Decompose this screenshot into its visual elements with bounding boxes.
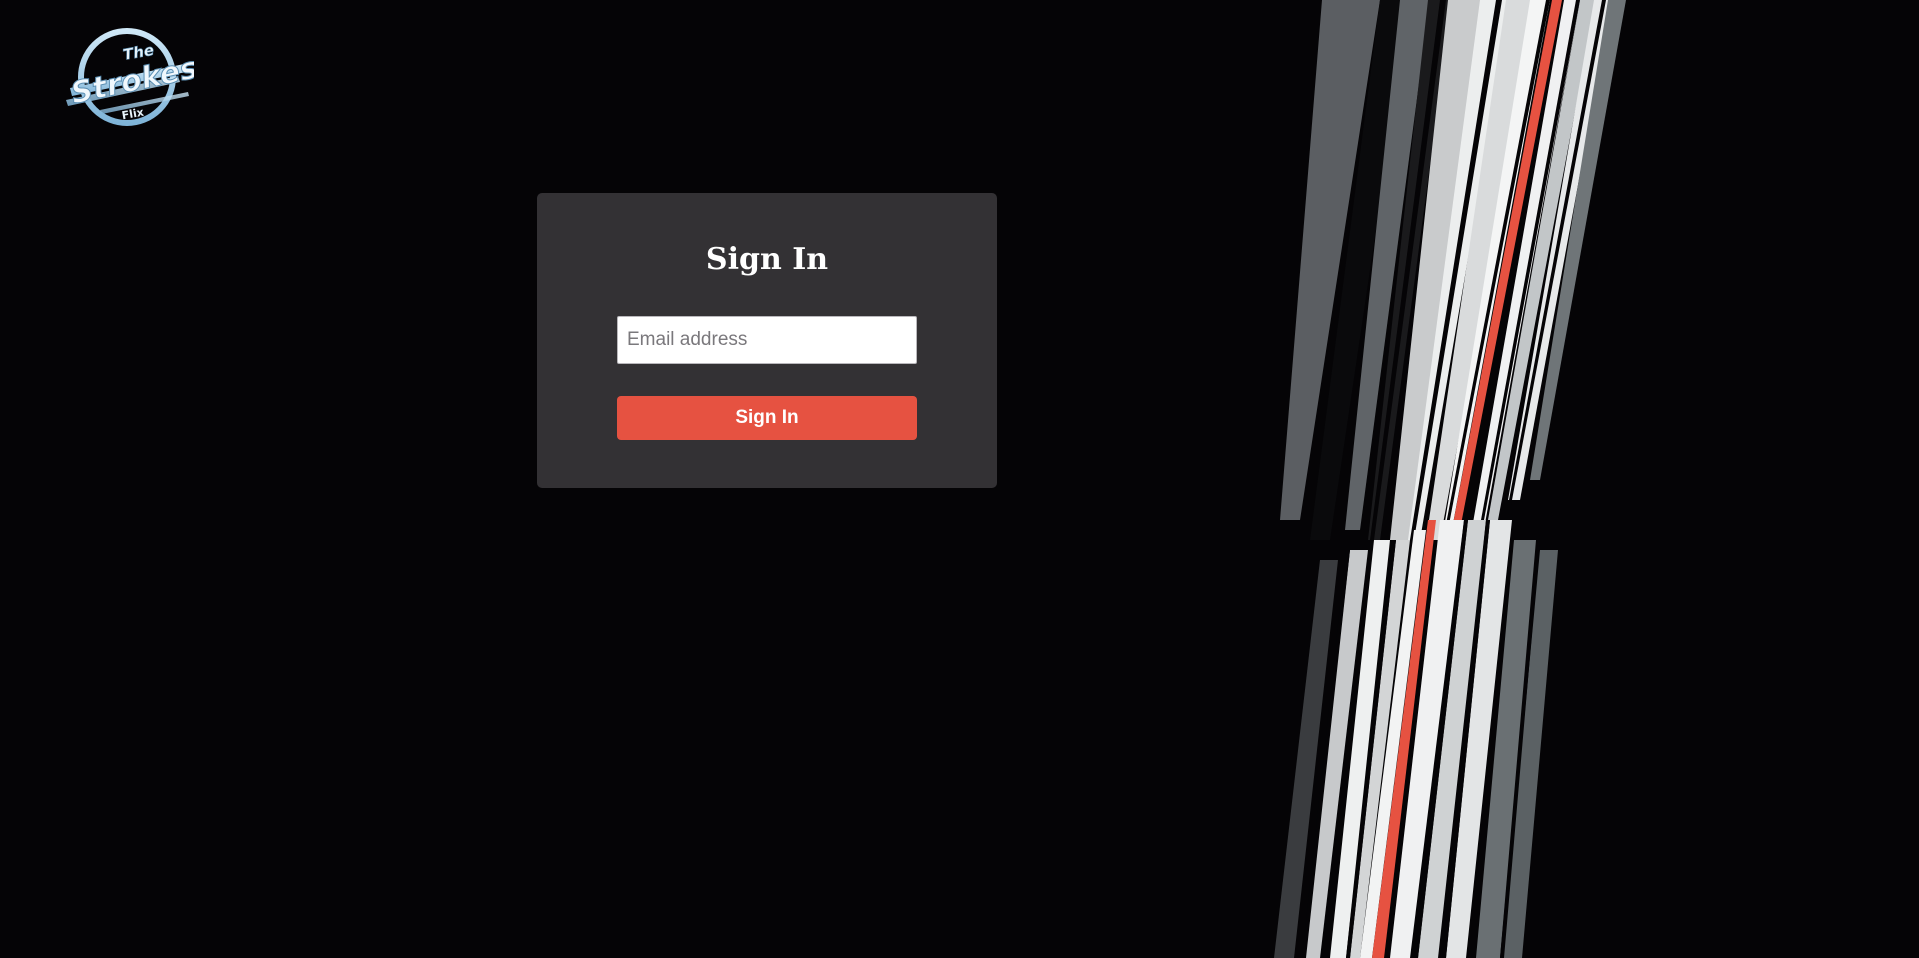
sign-in-title: Sign In	[705, 242, 829, 277]
email-input[interactable]	[617, 316, 917, 364]
sign-in-button[interactable]: Sign In	[617, 396, 917, 440]
strokes-logo-icon: The Strokes Flix	[66, 28, 194, 126]
sign-in-card: Sign In Sign In	[537, 193, 997, 488]
diagonal-stripes-icon	[1274, 0, 1626, 958]
decorative-stripes	[1250, 0, 1630, 958]
sign-in-page: The Strokes Flix Sign In Email address S…	[0, 0, 1919, 958]
brand-logo[interactable]: The Strokes Flix	[60, 26, 194, 128]
